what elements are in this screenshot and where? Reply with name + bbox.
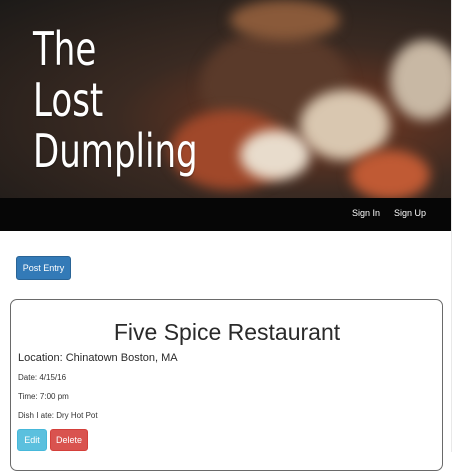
food-photo (350, 150, 430, 198)
navbar: Sign In Sign Up (0, 198, 452, 231)
entry-dish: Dish I ate: Dry Hot Pot (18, 411, 98, 420)
entry-location: Location: Chinatown Boston, MA (18, 352, 178, 364)
post-entry-button[interactable]: Post Entry (16, 256, 71, 280)
sign-up-link[interactable]: Sign Up (394, 208, 426, 218)
site-title: The Lost Dumpling (33, 24, 198, 177)
sign-in-link[interactable]: Sign In (352, 208, 380, 218)
food-photo (390, 40, 452, 120)
delete-button[interactable]: Delete (50, 429, 88, 451)
site-title-line: Lost (33, 73, 104, 127)
hero-banner: The Lost Dumpling (0, 0, 452, 198)
site-title-line: The (33, 22, 97, 76)
edit-button[interactable]: Edit (17, 429, 47, 451)
entry-card: Five Spice Restaurant Location: Chinatow… (10, 299, 443, 471)
restaurant-name: Five Spice Restaurant (113, 319, 341, 345)
site-title-line: Dumpling (33, 124, 198, 178)
food-photo (300, 90, 390, 160)
entry-time: Time: 7:00 pm (18, 392, 69, 401)
food-photo (240, 130, 310, 180)
food-photo (230, 0, 340, 40)
entry-date: Date: 4/15/16 (18, 373, 67, 382)
